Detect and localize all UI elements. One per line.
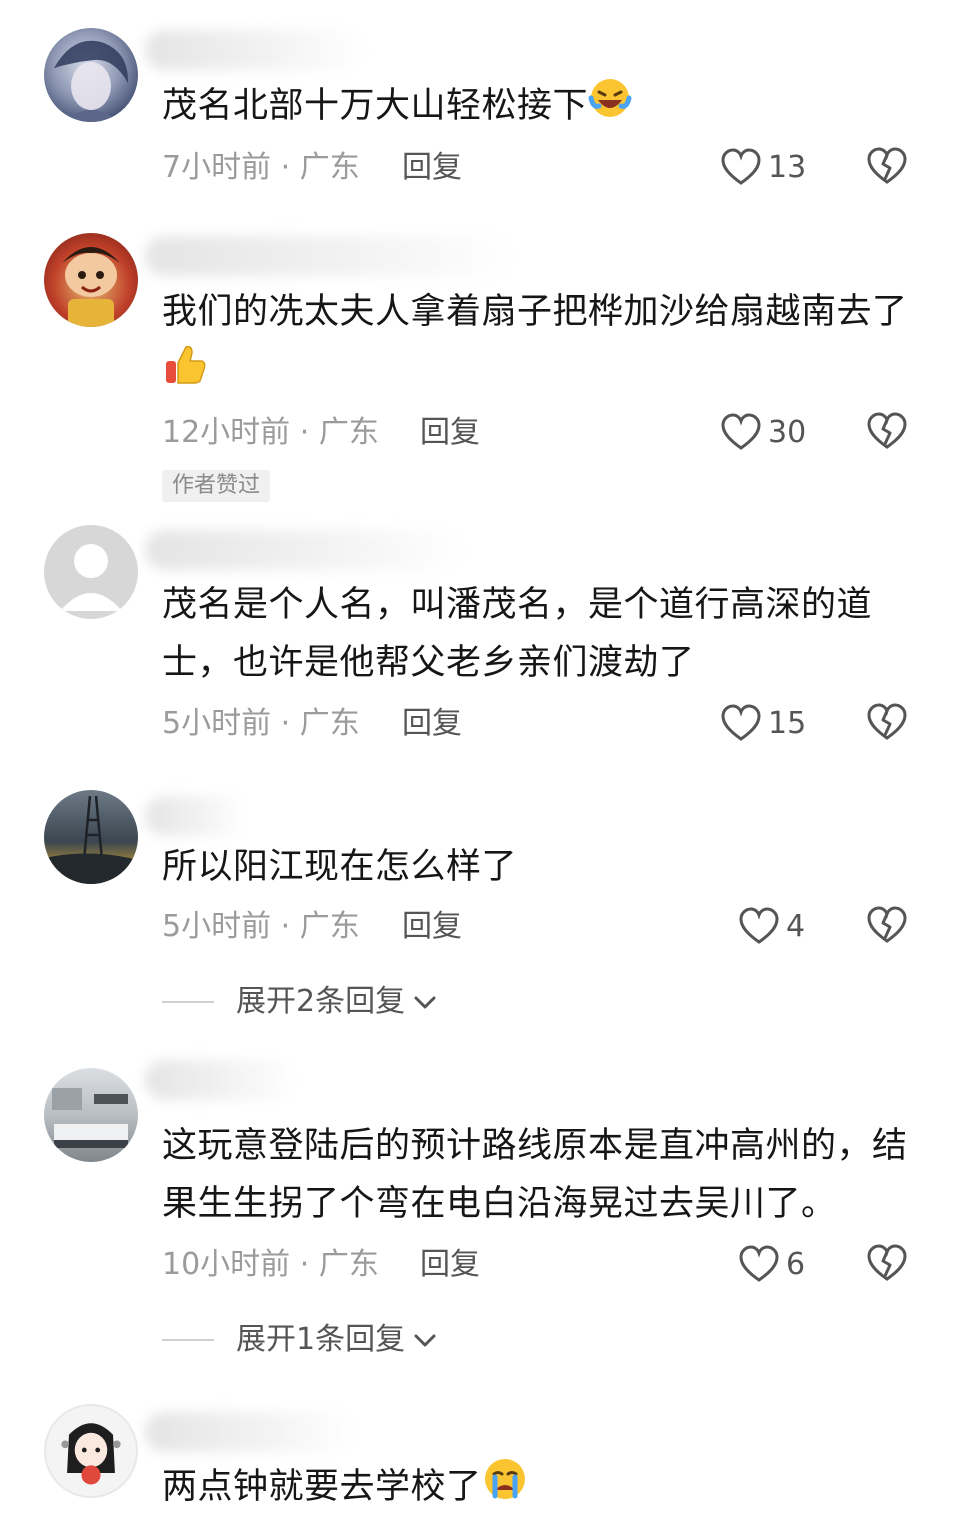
comment-meta: 10小时前 · 广东 [162, 1247, 379, 1282]
like-button[interactable]: 30 [720, 411, 806, 455]
like-count: 15 [768, 706, 807, 741]
avatar[interactable] [44, 233, 138, 327]
dislike-button[interactable] [866, 1243, 908, 1285]
like-count: 30 [768, 415, 807, 450]
comment-meta: 12小时前 · 广东 [162, 415, 379, 450]
comment-meta: 5小时前 · 广东 [162, 706, 360, 741]
broken-heart-icon [867, 906, 907, 943]
crying-icon [482, 1456, 528, 1520]
expand-replies-label: 展开1条回复 [236, 1322, 406, 1357]
broken-heart-icon [867, 147, 907, 184]
thumbs-up-icon [162, 341, 208, 405]
like-button[interactable]: 13 [720, 146, 806, 190]
broken-heart-icon [867, 703, 907, 740]
comment-text: 这玩意登陆后的预计路线原本是直冲高州的，结果生生拐了个弯在电白沿海晃过去吴川了。 [162, 1126, 908, 1224]
expand-divider [162, 1001, 214, 1003]
avatar[interactable] [44, 790, 138, 884]
username-blurred[interactable] [145, 530, 465, 570]
reply-button[interactable]: 回复 [402, 907, 462, 947]
comment-text: 两点钟就要去学校了 [162, 1456, 922, 1520]
avatar[interactable] [44, 1068, 138, 1162]
like-count: 4 [786, 909, 806, 944]
username-blurred[interactable] [145, 1412, 355, 1452]
default-avatar[interactable] [44, 525, 138, 619]
username-blurred[interactable] [145, 1060, 295, 1100]
heart-icon [721, 704, 761, 741]
username-blurred[interactable] [145, 796, 245, 836]
reply-button[interactable]: 回复 [420, 1245, 480, 1285]
dislike-button[interactable] [866, 702, 908, 744]
heart-icon [739, 907, 779, 944]
dislike-button[interactable] [866, 905, 908, 947]
reply-button[interactable]: 回复 [402, 704, 462, 744]
chevron-down-icon [414, 996, 436, 1009]
broken-heart-icon [867, 412, 907, 449]
like-count: 6 [786, 1247, 806, 1282]
username-blurred[interactable] [145, 30, 365, 70]
like-count: 13 [768, 150, 807, 185]
reply-button[interactable]: 回复 [420, 413, 480, 453]
like-button[interactable]: 15 [720, 702, 806, 746]
expand-replies-label: 展开2条回复 [236, 984, 406, 1019]
dislike-button[interactable] [866, 146, 908, 188]
laughing-tears-icon [588, 76, 632, 138]
heart-icon [739, 1245, 779, 1282]
expand-divider [162, 1339, 214, 1341]
heart-icon [721, 148, 761, 185]
dislike-button[interactable] [866, 411, 908, 453]
comment-text: 所以阳江现在怎么样了 [162, 847, 518, 887]
expand-replies-button[interactable]: 展开1条回复 [162, 1320, 439, 1360]
heart-icon [721, 413, 761, 450]
broken-heart-icon [867, 1244, 907, 1281]
expand-replies-button[interactable]: 展开2条回复 [162, 982, 439, 1022]
avatar[interactable] [44, 28, 138, 122]
avatar[interactable] [44, 1404, 138, 1498]
like-button[interactable]: 6 [738, 1243, 805, 1287]
chevron-down-icon [414, 1334, 436, 1347]
author-liked-tag: 作者赞过 [162, 470, 271, 502]
comment-meta: 7小时前 · 广东 [162, 150, 360, 185]
username-blurred[interactable] [145, 236, 515, 276]
reply-button[interactable]: 回复 [402, 148, 462, 188]
like-button[interactable]: 4 [738, 905, 805, 949]
comment-text: 茂名北部十万大山轻松接下 [162, 76, 922, 138]
comment-meta: 5小时前 · 广东 [162, 909, 360, 944]
comment-text: 茂名是个人名，叫潘茂名，是个道行高深的道士，也许是他帮父老乡亲们渡劫了 [162, 585, 873, 683]
comment-text: 我们的冼太夫人拿着扇子把桦加沙给扇越南去了 [162, 283, 922, 405]
